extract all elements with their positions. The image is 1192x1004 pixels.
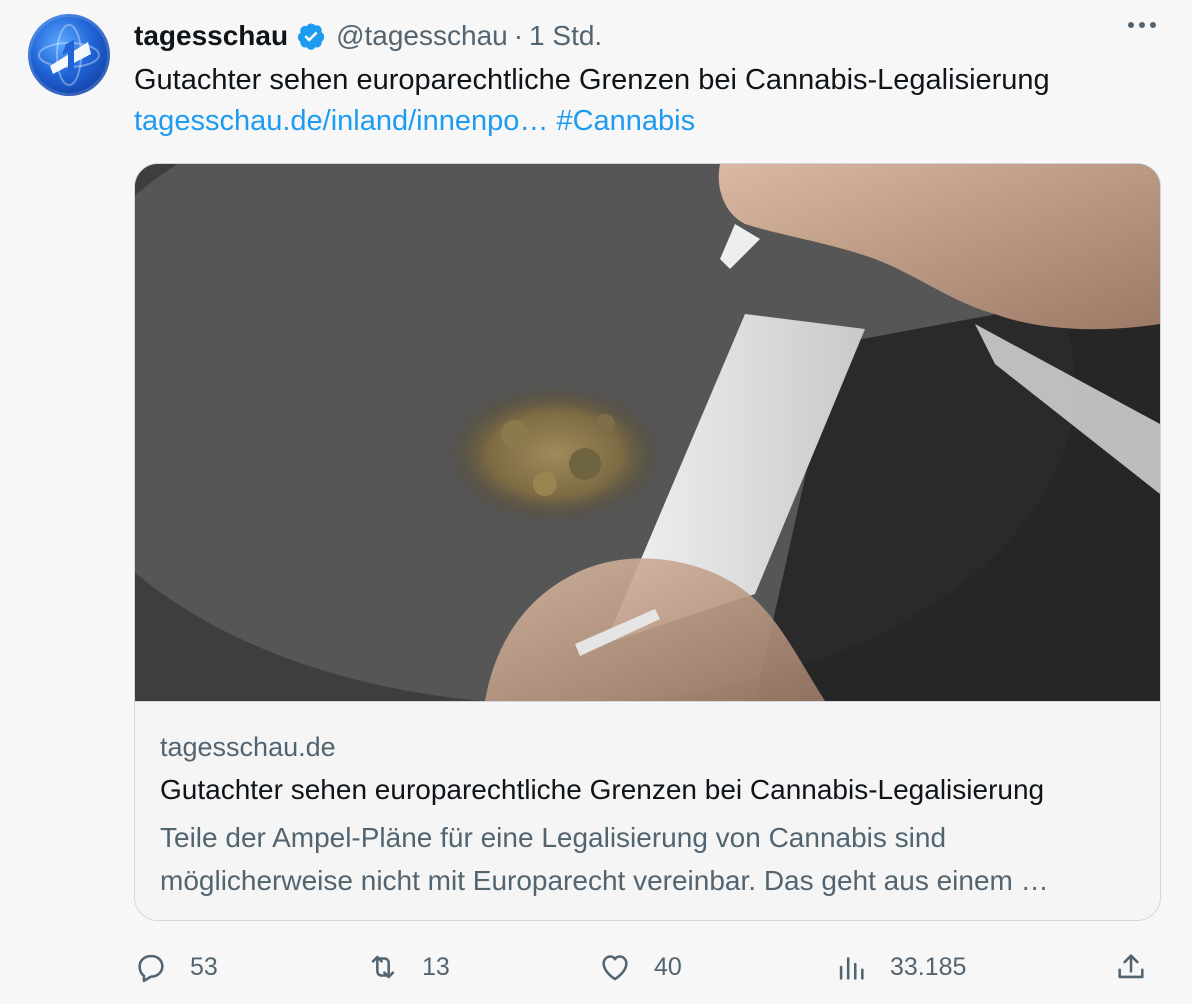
verified-badge-icon (297, 23, 325, 50)
retweet-count: 13 (422, 952, 450, 981)
tweet-text: Gutachter sehen europarechtliche Grenzen… (134, 60, 1162, 142)
views-button[interactable]: 33.185 (834, 945, 966, 989)
reply-button[interactable]: 53 (134, 945, 218, 989)
views-icon (839, 957, 864, 980)
reply-count: 53 (190, 952, 218, 981)
card-description: Teile der Ampel-Pläne für eine Legalisie… (160, 822, 1049, 896)
views-count: 33.185 (890, 952, 967, 981)
share-button[interactable] (1114, 945, 1148, 989)
author-name[interactable]: tagesschau (134, 20, 288, 52)
card-photo (135, 164, 1160, 701)
tweet-body: Gutachter sehen europarechtliche Grenzen… (134, 64, 1050, 96)
like-count: 40 (654, 952, 682, 981)
card-domain: tagesschau.de (160, 732, 336, 762)
card-title: Gutachter sehen europarechtliche Grenzen… (160, 774, 1045, 805)
retweet-icon (371, 955, 395, 979)
author-handle[interactable]: @tagesschau (336, 20, 508, 52)
reply-icon (138, 954, 164, 983)
like-button[interactable]: 40 (598, 945, 682, 989)
link-card[interactable]: tagesschau.de Gutachter sehen europarech… (134, 163, 1161, 921)
heart-icon (602, 955, 628, 981)
tweet-link[interactable]: tagesschau.de/inland/innenpo… (134, 105, 548, 137)
card-image[interactable] (135, 164, 1160, 701)
hashtag-link[interactable]: #Cannabis (556, 105, 695, 137)
avatar[interactable] (28, 14, 110, 96)
retweet-button[interactable]: 13 (366, 945, 450, 989)
tagesschau-logo-icon (38, 24, 100, 86)
tweet-actions: 53 13 40 33.185 (134, 945, 1162, 989)
tweet-header: tagesschau @tagesschau · 1 Std. (134, 16, 1162, 56)
separator-dot: · (513, 20, 524, 51)
share-icon (1118, 954, 1144, 979)
more-icon[interactable] (1128, 22, 1156, 28)
card-meta: tagesschau.de Gutachter sehen europarech… (135, 701, 1160, 920)
timestamp[interactable]: 1 Std. (529, 20, 602, 52)
